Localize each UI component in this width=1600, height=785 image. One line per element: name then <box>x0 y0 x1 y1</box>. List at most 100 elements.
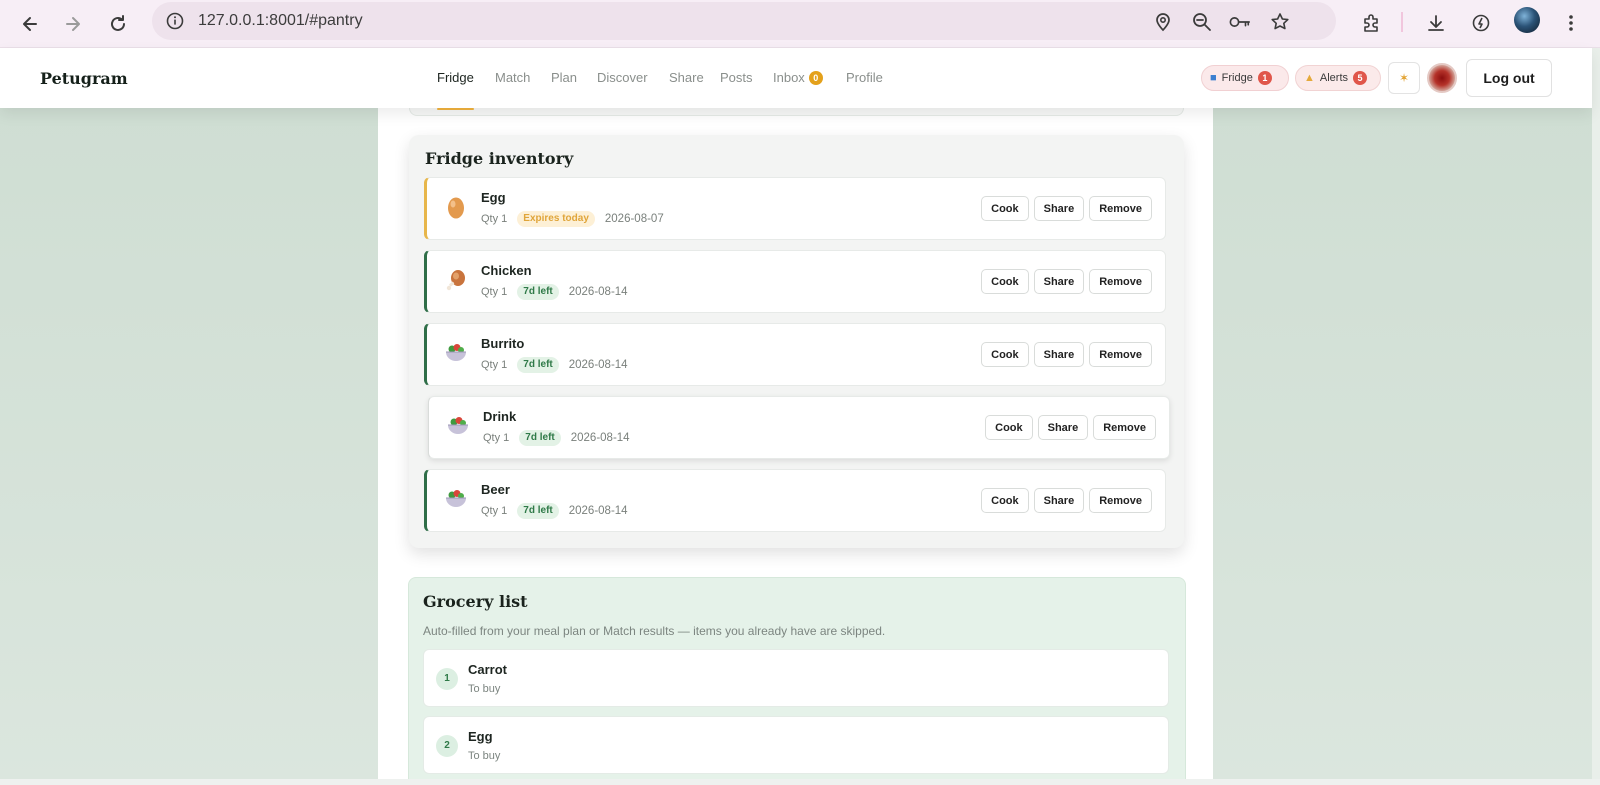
nav-fridge[interactable]: Fridge <box>437 70 474 85</box>
item-date: 2026-08-14 <box>570 432 630 444</box>
item-qty: Qty 1 <box>481 359 508 371</box>
download-icon[interactable] <box>1421 8 1451 38</box>
remove-button[interactable]: Remove <box>1089 269 1152 294</box>
inbox-count-badge: 0 <box>808 71 823 85</box>
grocery-item-status: To buy <box>468 683 501 695</box>
share-button[interactable]: Share <box>1033 269 1085 294</box>
grocery-item-status: To buy <box>468 750 501 762</box>
share-button[interactable]: Share <box>1033 196 1085 221</box>
salad-bowl-icon <box>444 341 468 367</box>
nav-inbox-label: Inbox <box>773 70 805 85</box>
inventory-title: Fridge inventory <box>425 149 574 168</box>
remove-button[interactable]: Remove <box>1089 342 1152 367</box>
app-header: Petugram Fridge Match Plan Discover Shar… <box>0 48 1592 110</box>
more-menu-icon[interactable] <box>1556 8 1586 38</box>
fridge-cube-icon: ■ <box>1210 72 1217 84</box>
fridge-pill-count: 1 <box>1257 71 1272 85</box>
theme-toggle-button[interactable]: ✶ <box>1388 62 1420 94</box>
item-meta: Qty 1 Expires today 2026-08-07 <box>481 211 664 227</box>
nav-profile[interactable]: Profile <box>846 70 883 85</box>
nav-share[interactable]: Share <box>669 70 704 85</box>
site-info-icon[interactable] <box>164 10 186 32</box>
remove-button[interactable]: Remove <box>1093 415 1156 440</box>
cook-button[interactable]: Cook <box>981 342 1029 367</box>
password-key-icon[interactable] <box>1229 11 1251 33</box>
share-button[interactable]: Share <box>1033 488 1085 513</box>
logout-button[interactable]: Log out <box>1466 59 1552 97</box>
expiry-badge: Expires today <box>517 211 595 227</box>
nav-posts[interactable]: Posts <box>720 70 753 85</box>
item-meta: Qty 1 7d left 2026-08-14 <box>481 284 628 300</box>
location-pin-icon[interactable] <box>1152 11 1174 33</box>
grocery-item[interactable]: 1 Carrot To buy <box>423 649 1169 707</box>
egg-icon <box>444 195 468 221</box>
address-bar[interactable]: 127.0.0.1:8001/#pantry <box>152 2 1336 40</box>
nav-discover[interactable]: Discover <box>597 70 648 85</box>
item-qty: Qty 1 <box>481 505 508 517</box>
item-name: Burrito <box>481 336 525 351</box>
grocery-item-name: Carrot <box>468 662 508 677</box>
days-left-badge: 7d left <box>517 503 559 519</box>
page-background-right <box>1213 108 1592 785</box>
item-qty: Qty 1 <box>483 432 510 444</box>
days-left-badge: 7d left <box>519 430 561 446</box>
share-button[interactable]: Share <box>1037 415 1089 440</box>
page-scrollbar[interactable] <box>1592 48 1600 785</box>
item-date: 2026-08-07 <box>604 213 664 225</box>
grocery-item-number: 2 <box>436 735 458 757</box>
inventory-item: Drink Qty 1 7d left 2026-08-14 Cook Shar… <box>428 396 1170 459</box>
toolbar-divider <box>1401 12 1403 32</box>
chicken-leg-icon <box>444 268 468 294</box>
item-actions: Cook Share Remove <box>981 342 1152 367</box>
page-background-left <box>0 108 378 785</box>
nav-plan[interactable]: Plan <box>551 70 577 85</box>
cook-button[interactable]: Cook <box>981 488 1029 513</box>
sun-icon: ✶ <box>1398 71 1410 85</box>
item-qty: Qty 1 <box>481 286 508 298</box>
previous-card-edge <box>409 108 1184 116</box>
days-left-badge: 7d left <box>517 357 559 373</box>
grocery-subtitle: Auto-filled from your meal plan or Match… <box>423 624 886 638</box>
zoom-out-icon[interactable] <box>1191 11 1213 33</box>
item-date: 2026-08-14 <box>568 505 628 517</box>
brand-logo[interactable]: Petugram <box>40 69 128 88</box>
url-text[interactable]: 127.0.0.1:8001/#pantry <box>198 12 363 30</box>
item-actions: Cook Share Remove <box>981 488 1152 513</box>
cook-button[interactable]: Cook <box>981 196 1029 221</box>
extensions-icon[interactable] <box>1356 8 1386 38</box>
remove-button[interactable]: Remove <box>1089 488 1152 513</box>
cook-button[interactable]: Cook <box>985 415 1033 440</box>
item-qty: Qty 1 <box>481 213 508 225</box>
user-avatar[interactable] <box>1427 63 1457 93</box>
fridge-pill-label: Fridge <box>1221 72 1253 84</box>
reload-icon[interactable] <box>102 8 134 40</box>
grocery-title: Grocery list <box>423 592 528 611</box>
cook-button[interactable]: Cook <box>981 269 1029 294</box>
item-meta: Qty 1 7d left 2026-08-14 <box>481 503 628 519</box>
salad-bowl-icon <box>444 487 468 513</box>
inventory-item: Burrito Qty 1 7d left 2026-08-14 Cook Sh… <box>424 323 1166 386</box>
bookmark-star-icon[interactable] <box>1269 11 1291 33</box>
window-bottom-edge <box>0 779 1600 785</box>
item-name: Chicken <box>481 263 532 278</box>
forward-icon[interactable] <box>57 8 89 40</box>
alerts-pill-count: 5 <box>1353 71 1368 85</box>
alerts-pill[interactable]: ▲ Alerts 5 <box>1295 65 1381 91</box>
item-name: Beer <box>481 482 510 497</box>
inventory-item: Chicken Qty 1 7d left 2026-08-14 Cook Sh… <box>424 250 1166 313</box>
item-actions: Cook Share Remove <box>981 269 1152 294</box>
fridge-pill[interactable]: ■ Fridge 1 <box>1201 65 1289 91</box>
remove-button[interactable]: Remove <box>1089 196 1152 221</box>
performance-icon[interactable] <box>1466 8 1496 38</box>
nav-inbox[interactable]: Inbox 0 <box>773 70 823 85</box>
browser-profile-avatar[interactable] <box>1514 7 1540 33</box>
back-icon[interactable] <box>14 8 46 40</box>
item-actions: Cook Share Remove <box>981 196 1152 221</box>
grocery-item[interactable]: 2 Egg To buy <box>423 716 1169 774</box>
nav-match[interactable]: Match <box>495 70 530 85</box>
share-button[interactable]: Share <box>1033 342 1085 367</box>
fridge-inventory-card: Fridge inventory Egg Qty 1 Expires today… <box>409 135 1184 548</box>
grocery-item-name: Egg <box>468 729 493 744</box>
item-name: Egg <box>481 190 506 205</box>
grocery-list-card: Grocery list Auto-filled from your meal … <box>408 577 1186 785</box>
